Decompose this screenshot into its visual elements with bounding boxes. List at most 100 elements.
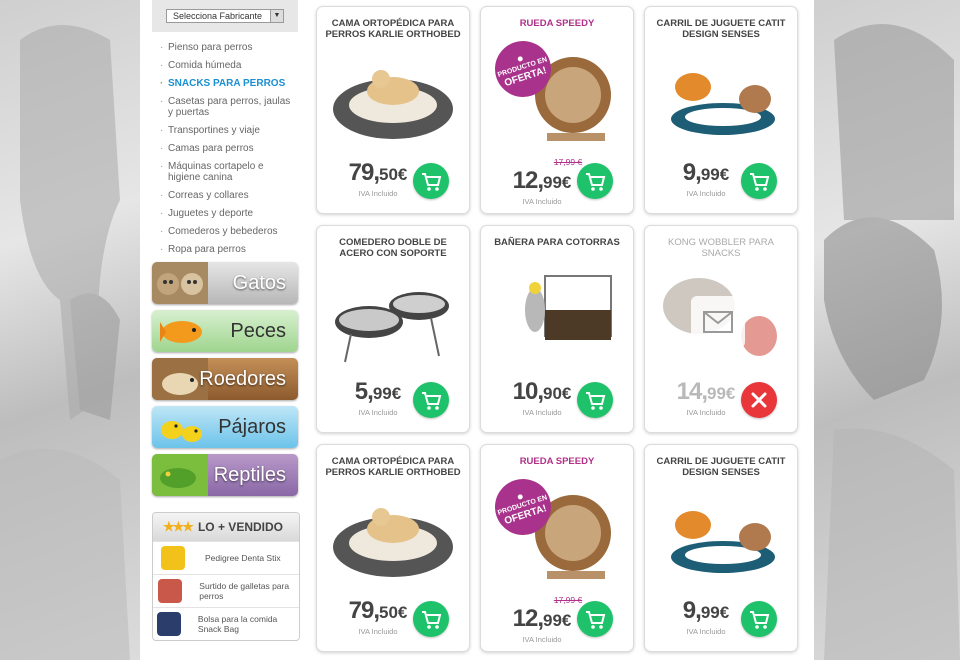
- vat-note: IVA Incluido: [522, 408, 562, 417]
- category-list: Pienso para perros Comida húmeda SNACKS …: [152, 42, 298, 255]
- category-item[interactable]: Juguetes y deporte: [152, 208, 298, 219]
- shopping-cart-icon: [422, 173, 442, 191]
- shopping-cart-icon: [750, 611, 770, 629]
- product-title: RUEDA SPEEDY: [519, 18, 595, 29]
- maker-select-label: Selecciona Fabricante: [173, 11, 263, 21]
- category-item[interactable]: Ropa para perros: [152, 244, 298, 255]
- best-sellers-title: LO + VENDIDO: [197, 520, 283, 534]
- category-item[interactable]: Comederos y bebederos: [152, 226, 298, 237]
- main-page: Selecciona Fabricante ▼ Pienso para perr…: [140, 0, 814, 660]
- animal-label: Roedores: [199, 368, 286, 390]
- best-sellers-header: ★★★ LO + VENDIDO: [153, 513, 299, 541]
- product-title: CARRIL DE JUGUETE CATIT DESIGN SENSES: [656, 18, 786, 40]
- product-card[interactable]: RUEDA SPEEDY PRODUCTO EN OFERTA! 17,99 €…: [480, 444, 634, 652]
- shopping-cart-icon: [422, 392, 442, 410]
- product-card[interactable]: RUEDA SPEEDY PRODUCTO EN OFERTA! 17,99 €…: [480, 6, 634, 214]
- product-price: 12,99€: [512, 167, 572, 194]
- product-price: 5,99€: [354, 378, 402, 405]
- add-to-cart-button[interactable]: [577, 382, 613, 418]
- product-title: KONG WOBBLER PARA SNACKS: [668, 237, 774, 259]
- chevron-down-icon: ▼: [270, 10, 283, 22]
- add-to-cart-button[interactable]: [413, 601, 449, 637]
- product-price: 79,50€: [348, 159, 408, 186]
- cat-toy-track-image: [671, 73, 775, 135]
- product-price: 10,90€: [512, 378, 572, 405]
- dog-silhouette-left: [0, 25, 130, 660]
- product-title: CARRIL DE JUGUETE CATIT DESIGN SENSES: [656, 456, 786, 478]
- animal-button-roedores[interactable]: Roedores: [152, 358, 298, 400]
- animal-label: Pájaros: [218, 416, 286, 438]
- product-title: CAMA ORTOPÉDICA PARA PERROS KARLIE ORTHO…: [325, 18, 461, 40]
- envelope-icon: [703, 311, 733, 333]
- cats-image: [152, 262, 208, 304]
- product-title: BAÑERA PARA COTORRAS: [494, 237, 620, 248]
- product-thumbnail: [153, 542, 193, 574]
- shopping-cart-icon: [422, 611, 442, 629]
- animal-button-gatos[interactable]: Gatos: [152, 262, 298, 304]
- bird-image: [161, 421, 202, 442]
- product-price: 79,50€: [348, 597, 408, 624]
- product-card[interactable]: CARRIL DE JUGUETE CATIT DESIGN SENSES 9,…: [644, 6, 798, 214]
- add-to-cart-button[interactable]: [741, 163, 777, 199]
- animal-button-reptiles[interactable]: Reptiles: [152, 454, 298, 496]
- best-seller-item[interactable]: Pedigree Denta Stix: [153, 541, 299, 574]
- product-card[interactable]: CAMA ORTOPÉDICA PARA PERROS KARLIE ORTHO…: [316, 444, 470, 652]
- add-to-cart-button[interactable]: [577, 163, 613, 199]
- category-item[interactable]: Casetas para perros, jaulas y puertas: [152, 96, 298, 118]
- add-to-cart-button[interactable]: [413, 163, 449, 199]
- category-item-active[interactable]: SNACKS PARA PERROS: [152, 78, 298, 89]
- vat-note: IVA Incluido: [522, 197, 562, 206]
- product-card[interactable]: COMEDERO DOBLE DE ACERO CON SOPORTE 5,99…: [316, 225, 470, 433]
- product-card[interactable]: BAÑERA PARA COTORRAS 10,90€ IVA Incluido: [480, 225, 634, 433]
- category-item[interactable]: Camas para perros: [152, 143, 298, 154]
- product-price: 14,99€: [676, 378, 736, 405]
- cat-toy-track-image: [671, 511, 775, 573]
- dog-bed-image: [333, 70, 453, 139]
- shopping-cart-icon: [586, 392, 606, 410]
- best-seller-name: Bolsa para la comida Snack Bag: [197, 614, 278, 634]
- category-item[interactable]: Transportines y viaje: [152, 125, 298, 136]
- sold-out-indicator: [741, 382, 777, 418]
- add-to-cart-button[interactable]: [741, 601, 777, 637]
- category-item[interactable]: Comida húmeda: [152, 60, 298, 71]
- vat-note: IVA Incluido: [522, 635, 562, 644]
- shopping-cart-icon: [750, 173, 770, 191]
- background-right-photo: [814, 0, 960, 660]
- best-seller-item[interactable]: Bolsa para la comida Snack Bag: [153, 607, 299, 640]
- animal-button-peces[interactable]: Peces: [152, 310, 298, 352]
- close-icon: [751, 392, 767, 408]
- product-title: CAMA ORTOPÉDICA PARA PERROS KARLIE ORTHO…: [325, 456, 461, 478]
- category-item[interactable]: Máquinas cortapelo e higiene canina: [152, 161, 298, 183]
- best-seller-item[interactable]: Surtido de galletas para perros: [153, 574, 299, 607]
- category-item[interactable]: Correas y collares: [152, 190, 298, 201]
- product-card[interactable]: CAMA ORTOPÉDICA PARA PERROS KARLIE ORTHO…: [316, 6, 470, 214]
- dog-bed-image: [333, 508, 453, 577]
- product-title: RUEDA SPEEDY: [519, 456, 595, 467]
- best-sellers-panel: ★★★ LO + VENDIDO Pedigree Denta Stix Sur…: [152, 512, 300, 641]
- vat-note: IVA Incluido: [358, 627, 398, 636]
- product-card[interactable]: CARRIL DE JUGUETE CATIT DESIGN SENSES 9,…: [644, 444, 798, 652]
- best-seller-name: Pedigree Denta Stix: [205, 553, 281, 563]
- shopping-cart-icon: [586, 611, 606, 629]
- animal-button-pajaros[interactable]: Pájaros: [152, 406, 298, 448]
- animal-label: Gatos: [232, 272, 286, 294]
- background-left-photo: [0, 0, 140, 660]
- notify-me-button[interactable]: [691, 296, 745, 348]
- dog-silhouette-right: [824, 24, 960, 660]
- maker-filter-box: Selecciona Fabricante ▼: [152, 0, 298, 32]
- product-price: 9,99€: [682, 597, 730, 624]
- product-card-sold-out[interactable]: KONG WOBBLER PARA SNACKS 14,99€ IVA Incl…: [644, 225, 798, 433]
- vat-note: IVA Incluido: [358, 408, 398, 417]
- vat-note: IVA Incluido: [686, 408, 726, 417]
- vat-note: IVA Incluido: [686, 189, 726, 198]
- add-to-cart-button[interactable]: [413, 382, 449, 418]
- best-seller-name: Surtido de galletas para perros: [199, 581, 290, 601]
- product-title: COMEDERO DOBLE DE ACERO CON SOPORTE: [339, 237, 447, 259]
- product-thumbnail: [153, 608, 186, 640]
- animal-label: Reptiles: [213, 464, 286, 486]
- category-item[interactable]: Pienso para perros: [152, 42, 298, 53]
- add-to-cart-button[interactable]: [577, 601, 613, 637]
- maker-select[interactable]: Selecciona Fabricante ▼: [166, 9, 284, 23]
- product-price: 12,99€: [512, 605, 572, 632]
- double-bowl-image: [335, 292, 449, 363]
